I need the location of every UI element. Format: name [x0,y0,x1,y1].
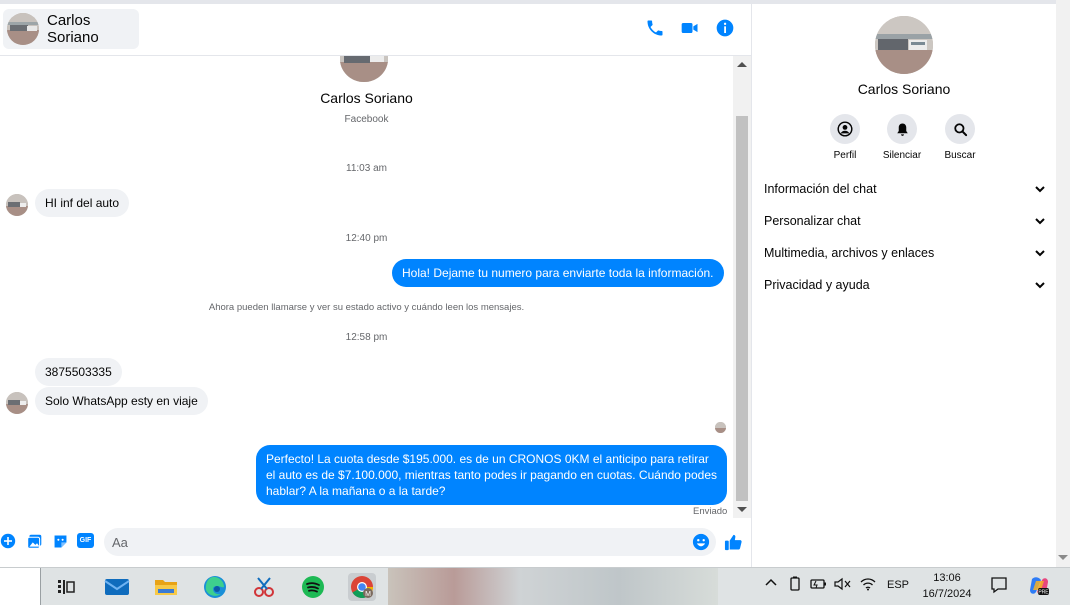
gif-label: GIF [77,533,94,548]
sender-avatar [6,194,28,216]
outgoing-message[interactable]: Hola! Dejame tu numero para enviarte tod… [392,259,724,287]
show-hidden-icons-icon[interactable] [764,576,778,593]
section-label: Personalizar chat [764,214,861,228]
gif-icon[interactable]: GIF [77,533,95,551]
notifications-icon[interactable] [990,576,1008,597]
image-icon[interactable] [26,533,44,551]
info-icon[interactable] [715,18,737,40]
plus-icon[interactable] [0,533,18,551]
contact-name: Carlos Soriano [47,12,99,46]
section-chat-info[interactable]: Información del chat [764,176,1046,202]
search-action[interactable]: Buscar [930,114,990,161]
battery-icon[interactable] [810,577,828,594]
taskbar-search-box[interactable] [0,568,41,605]
sticker-icon[interactable] [52,533,70,551]
outgoing-message[interactable]: Perfecto! La cuota desde $195.000. es de… [256,445,727,505]
edge-icon[interactable] [201,573,229,601]
file-explorer-icon[interactable] [152,573,180,601]
video-icon[interactable] [680,18,702,40]
messenger-window: Carlos Soriano Carlos Soriano Facebook 1… [0,0,1070,567]
bell-icon [896,123,908,136]
section-label: Multimedia, archivos y enlaces [764,246,935,260]
task-view-icon[interactable] [52,573,80,601]
svg-text:M: M [365,591,371,598]
profile-avatar[interactable] [340,56,388,82]
phone-icon[interactable] [645,18,667,40]
composer: GIF [0,522,751,562]
chevron-down-icon [1035,218,1045,225]
contact-header-button[interactable]: Carlos Soriano [3,9,139,49]
profile-action[interactable]: Perfil [815,114,875,161]
chat-header: Carlos Soriano [0,4,751,56]
chevron-down-icon [1035,250,1045,257]
message-list: Carlos Soriano Facebook 11:03 am HI inf … [0,56,733,518]
incoming-message[interactable]: Solo WhatsApp esty en viaje [35,387,208,415]
system-clock[interactable]: 13:06 16/7/2024 [912,570,982,602]
chrome-icon[interactable]: M [348,573,376,601]
emoji-icon[interactable] [692,533,710,551]
profile-name: Carlos Soriano [320,90,413,106]
chevron-down-icon [1035,282,1045,289]
sender-avatar [6,392,28,414]
speaker-muted-icon[interactable] [834,577,852,594]
scroll-thumb[interactable] [736,116,748,501]
language-indicator[interactable]: ESP [887,579,909,591]
incoming-message[interactable]: 3875503335 [35,358,122,386]
page-scrollbar[interactable] [1056,0,1070,567]
section-privacy-help[interactable]: Privacidad y ayuda [764,272,1046,298]
message-input[interactable] [104,528,716,556]
search-icon [953,122,967,136]
section-label: Privacidad y ayuda [764,278,870,292]
message-timestamp: 12:58 pm [345,332,388,343]
profile-action-label: Perfil [833,150,857,161]
scroll-up-arrow[interactable] [737,62,747,67]
svg-text:PRE: PRE [1038,590,1049,596]
copilot-icon[interactable]: PRE [1028,575,1050,600]
mute-action[interactable]: Silenciar [872,114,932,161]
message-timestamp: 11:03 am [346,163,387,174]
search-action-label: Buscar [944,150,976,161]
windows-taskbar: M ESP 13:06 16/7/2024 PRE [0,567,1070,605]
system-notice: Ahora pueden llamarse y ver su estado ac… [208,302,525,313]
profile-icon [837,121,853,137]
scroll-down-arrow[interactable] [737,507,747,512]
clock-date: 16/7/2024 [922,588,972,600]
section-media-files-links[interactable]: Multimedia, archivos y enlaces [764,240,1046,266]
clock-time: 13:06 [933,572,961,584]
message-timestamp: 12:40 pm [345,233,388,244]
mute-action-label: Silenciar [882,150,922,161]
snipping-tool-icon[interactable] [250,573,278,601]
taskbar-wallpaper-strip [388,568,718,605]
incoming-message[interactable]: HI inf del auto [35,189,130,217]
read-receipt-avatar [715,422,726,433]
mail-icon[interactable] [103,573,131,601]
wifi-icon[interactable] [860,577,876,594]
panel-contact-name: Carlos Soriano [857,81,951,97]
conversation-info-panel: Carlos Soriano Perfil Silenciar Buscar I… [752,4,1056,567]
like-icon[interactable] [724,533,742,551]
panel-avatar[interactable] [875,16,933,74]
battery-saver-icon[interactable] [788,576,802,595]
section-customize-chat[interactable]: Personalizar chat [764,208,1046,234]
contact-avatar [7,13,39,45]
section-label: Información del chat [764,182,877,196]
chat-scrollbar[interactable] [733,56,751,518]
chevron-down-icon [1035,186,1045,193]
delivery-status: Enviado [693,506,728,517]
page-scroll-down-arrow[interactable] [1058,555,1068,560]
profile-source: Facebook [344,114,389,125]
spotify-icon[interactable] [299,573,327,601]
